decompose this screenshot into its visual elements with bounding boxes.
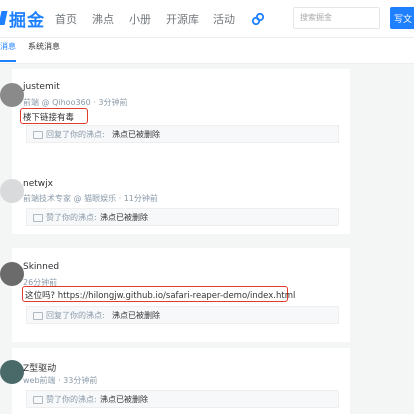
user-name[interactable]: Z型驱动 (23, 361, 56, 374)
notification-card: Z型驱动 web前端 · 33分钟前 赞了你的沸点: 沸点已被删除 (0, 348, 350, 414)
tab-messages[interactable]: 消息 (0, 38, 16, 62)
nav-pins[interactable]: 沸点 (92, 11, 114, 27)
notification-card: Skinned 26分钟前 这位吗? https://hilongjw.gith… (0, 248, 350, 342)
like-icon (33, 214, 43, 222)
quote-action: 赞了你的沸点: (46, 395, 97, 404)
logo-text: 掘金 (9, 10, 45, 31)
tab-messages-label: 消息 (0, 42, 16, 51)
user-meta: 前端技术专家 @ 猫眼娱乐 · 11分钟前 (23, 194, 158, 203)
juejin-logo[interactable]: 掘金 (0, 6, 45, 31)
quote-target: 沸点已被删除 (112, 311, 160, 320)
tab-system-messages[interactable]: 系统消息 (28, 41, 60, 52)
user-meta: 前端 @ Qihoo360 · 3分钟前 (23, 98, 128, 107)
like-icon (33, 396, 43, 404)
notification-card: netwjx 前端技术专家 @ 猫眼娱乐 · 11分钟前 赞了你的沸点: 沸点已… (0, 169, 350, 234)
nav-home[interactable]: 首页 (55, 11, 77, 27)
top-header: 掘金 首页 沸点 小册 开源库 活动 搜索掘金 写文 (0, 0, 414, 38)
quoted-pin[interactable]: 赞了你的沸点: 沸点已被删除 (26, 208, 339, 226)
nav-events[interactable]: 活动 (213, 11, 235, 27)
reply-message[interactable]: 这位吗? https://hilongjw.github.io/safari-r… (25, 289, 295, 301)
comment-icon (33, 312, 43, 320)
message-subnav: 消息 系统消息 (0, 38, 414, 64)
avatar[interactable] (0, 179, 24, 203)
quoted-pin[interactable]: 回复了你的沸点: 沸点已被删除 (26, 306, 339, 324)
logo-mark-icon (0, 11, 8, 25)
avatar[interactable] (0, 262, 24, 286)
search-placeholder: 搜索掘金 (300, 13, 332, 22)
nav-repos[interactable]: 开源库 (166, 11, 199, 27)
user-name[interactable]: justemit (23, 82, 60, 92)
notification-card: justemit 前端 @ Qihoo360 · 3分钟前 楼下链接有毒 回复了… (0, 69, 350, 171)
avatar[interactable] (0, 360, 24, 384)
search-input[interactable]: 搜索掘金 (293, 7, 380, 29)
quoted-pin[interactable]: 赞了你的沸点: 沸点已被删除 (26, 390, 339, 408)
link-icon[interactable] (251, 12, 265, 26)
user-meta: web前端 · 33分钟前 (23, 376, 98, 385)
quote-target: 沸点已被删除 (112, 130, 160, 139)
reply-message: 楼下链接有毒 (23, 113, 75, 123)
quoted-pin[interactable]: 回复了你的沸点: 沸点已被删除 (26, 125, 339, 143)
user-name[interactable]: Skinned (23, 262, 59, 272)
quote-target: 沸点已被删除 (100, 395, 148, 404)
write-button[interactable]: 写文 (390, 7, 414, 29)
user-name[interactable]: netwjx (23, 179, 53, 189)
quote-target: 沸点已被删除 (100, 213, 148, 222)
nav-books[interactable]: 小册 (129, 11, 151, 27)
quote-action: 回复了你的沸点: (46, 311, 105, 320)
quote-action: 赞了你的沸点: (46, 213, 97, 222)
quote-action: 回复了你的沸点: (46, 130, 105, 139)
avatar[interactable] (0, 83, 24, 107)
comment-icon (33, 131, 43, 139)
